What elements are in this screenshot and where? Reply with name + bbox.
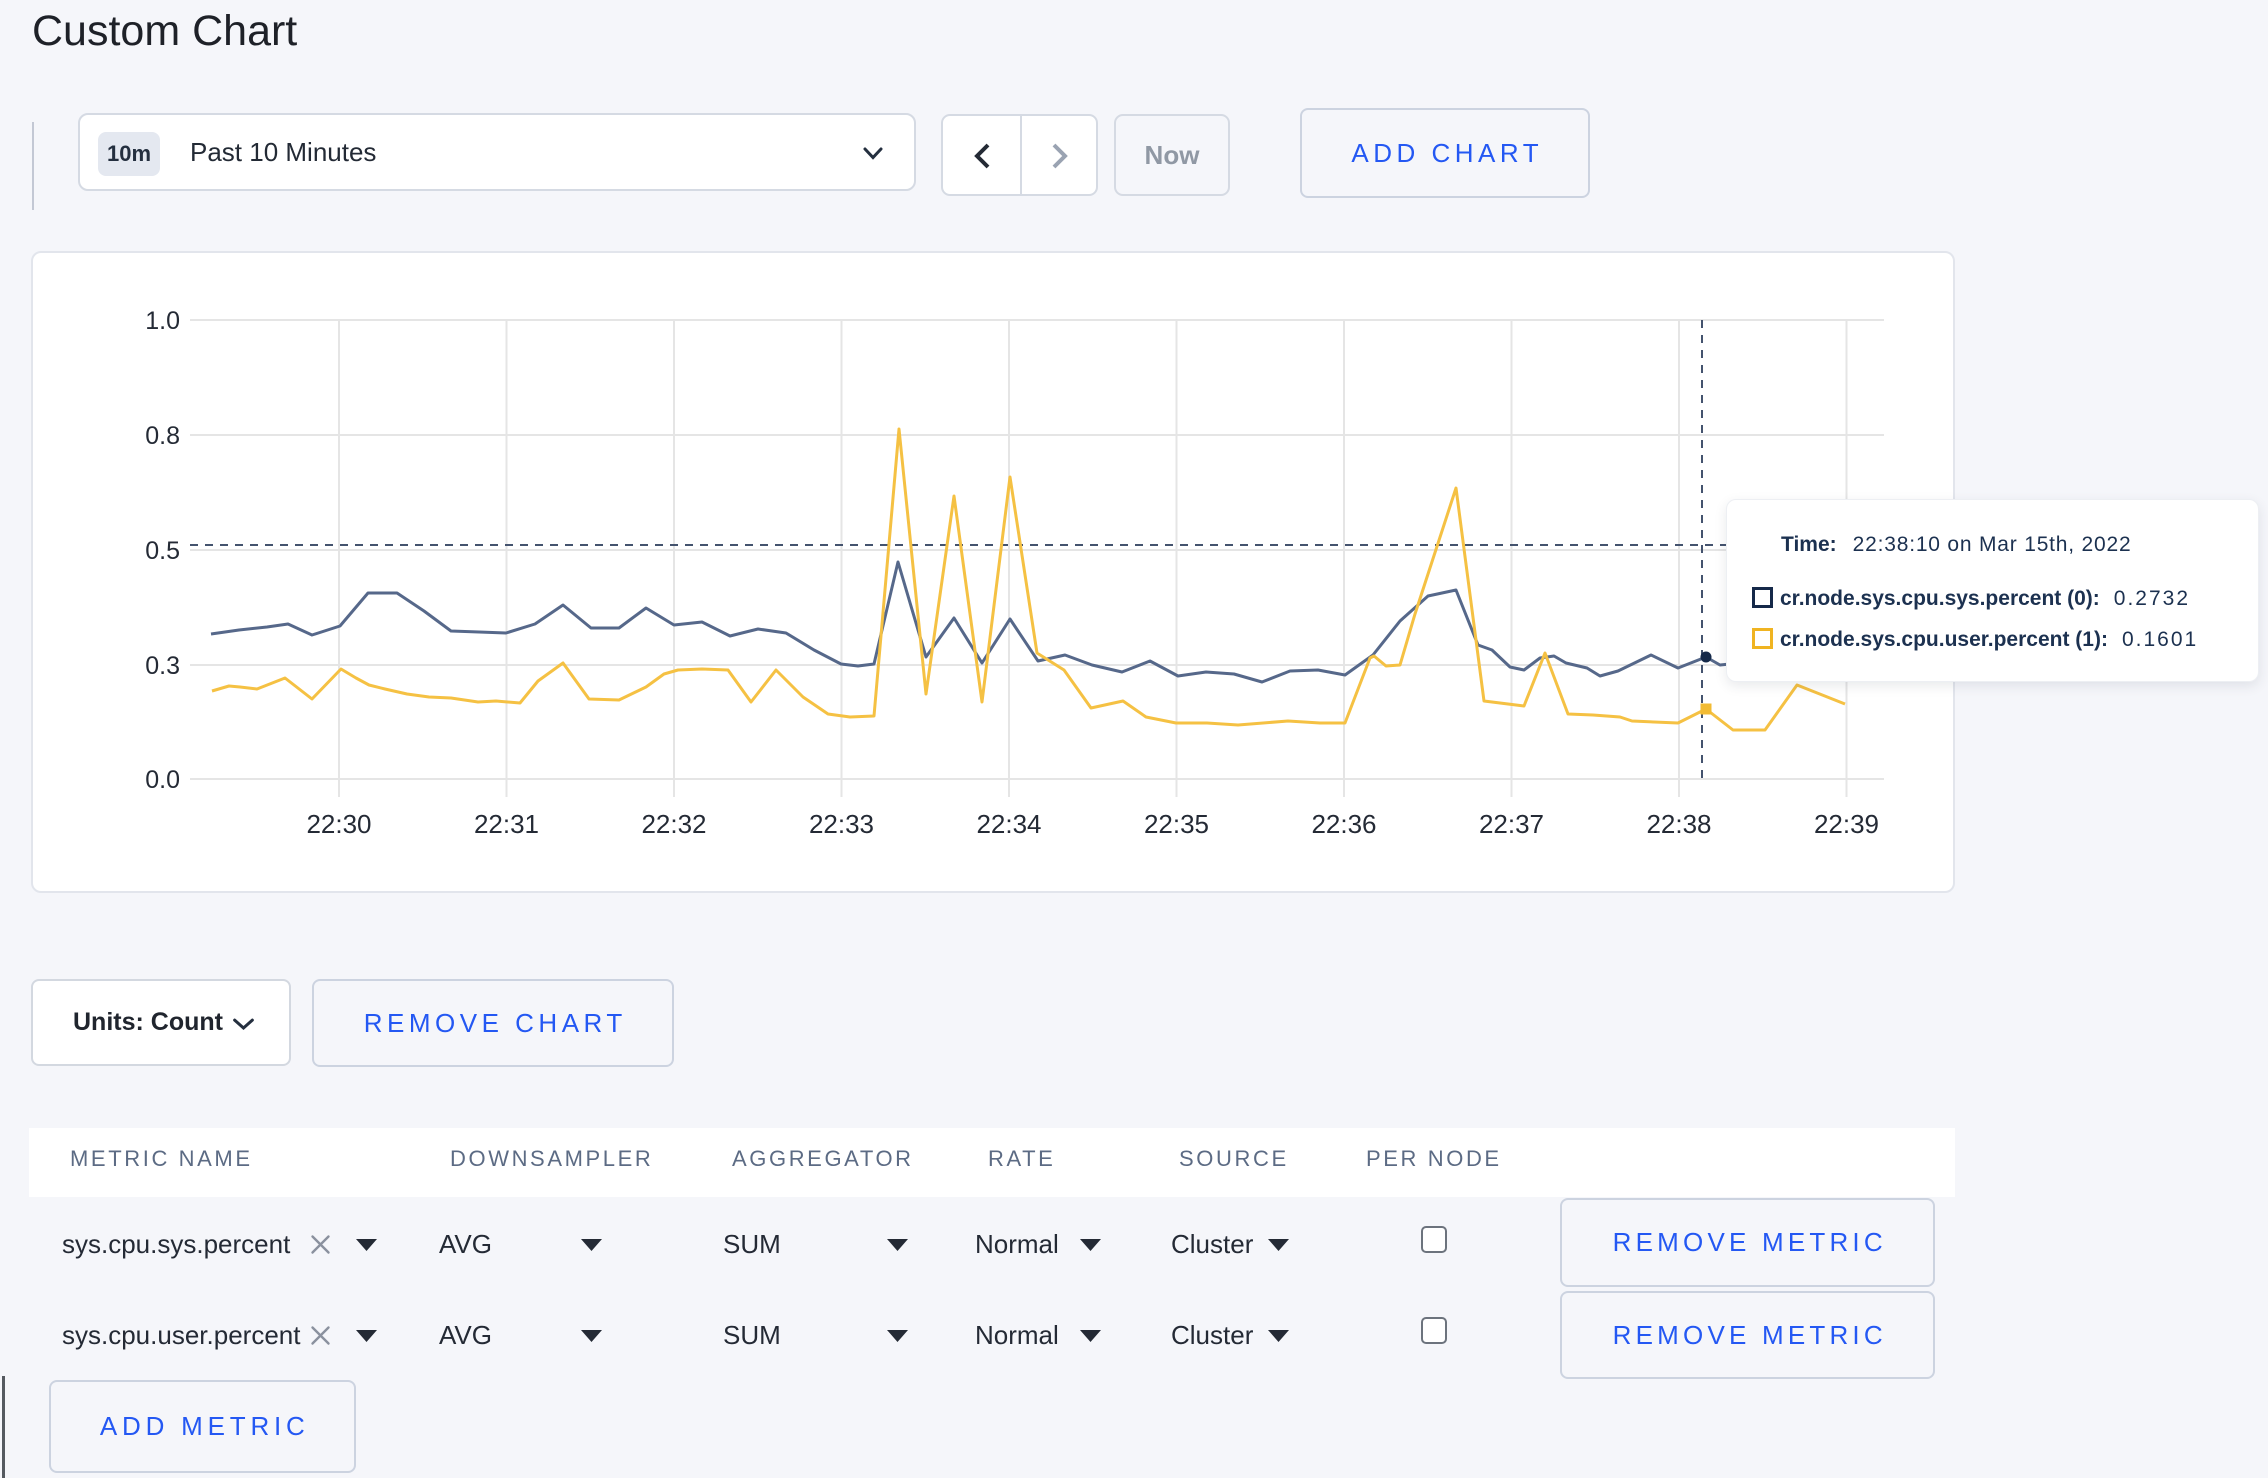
svg-text:22:31: 22:31	[474, 809, 539, 839]
svg-text:0.0: 0.0	[145, 766, 180, 794]
svg-text:0.5: 0.5	[145, 537, 180, 565]
svg-text:1.0: 1.0	[145, 307, 180, 335]
svg-text:22:32: 22:32	[641, 809, 706, 839]
svg-text:22:39: 22:39	[1814, 809, 1879, 839]
svg-text:0.8: 0.8	[145, 422, 180, 450]
svg-text:22:30: 22:30	[306, 809, 371, 839]
svg-text:0.3: 0.3	[145, 652, 180, 680]
svg-text:22:35: 22:35	[1144, 809, 1209, 839]
svg-text:22:34: 22:34	[976, 809, 1041, 839]
svg-text:22:33: 22:33	[809, 809, 874, 839]
svg-text:22:37: 22:37	[1479, 809, 1544, 839]
svg-text:22:36: 22:36	[1311, 809, 1376, 839]
svg-text:22:38: 22:38	[1646, 809, 1711, 839]
